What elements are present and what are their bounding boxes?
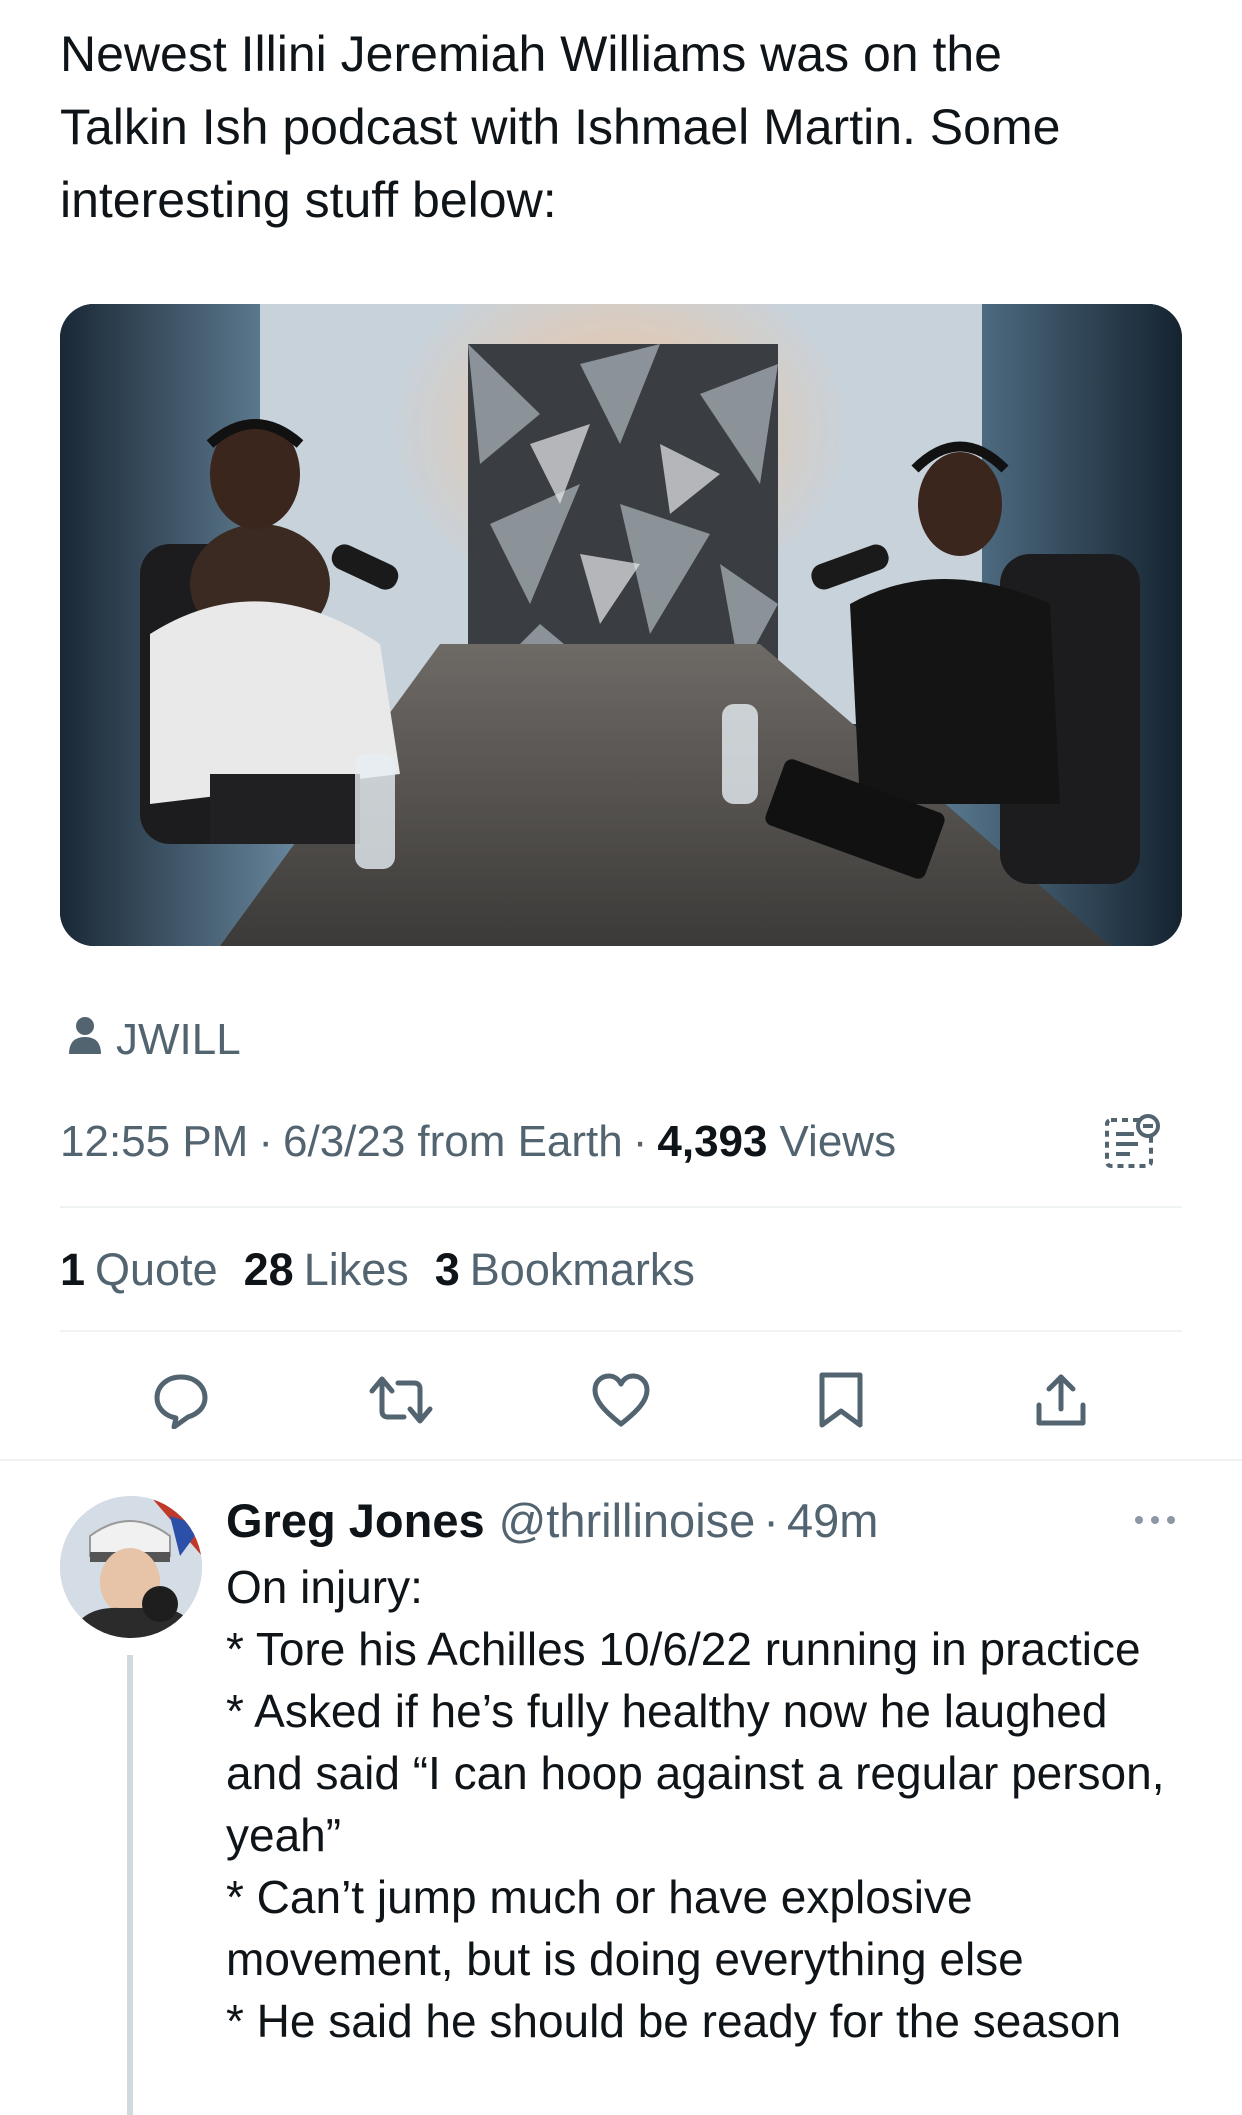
- likes-label: Likes: [303, 1244, 409, 1295]
- quotes-stat[interactable]: 1 Quote: [60, 1244, 218, 1296]
- tagged-user-name: JWILL: [116, 1015, 241, 1064]
- reply-line: * Asked if he’s fully healthy now he lau…: [226, 1685, 1165, 1861]
- person-icon: [68, 1015, 102, 1066]
- share-icon[interactable]: [1026, 1360, 1096, 1440]
- likes-stat[interactable]: 28 Likes: [244, 1244, 409, 1296]
- reply-header: Greg Jones @thrillinoise · 49m: [226, 1484, 878, 1556]
- meta-separator: ·: [763, 1493, 779, 1547]
- views-count: 4,393: [657, 1117, 768, 1166]
- media-tagged-user[interactable]: JWILL: [68, 1010, 241, 1070]
- tweet-date[interactable]: 6/3/23: [283, 1117, 405, 1167]
- divider: [60, 1206, 1182, 1208]
- likes-count: 28: [243, 1244, 294, 1295]
- podcast-studio-photo: [60, 304, 1182, 946]
- retweet-icon[interactable]: [366, 1360, 436, 1440]
- tweet-actions-bar: [60, 1360, 1182, 1440]
- reply-line: * He said he should be ready for the sea…: [226, 1995, 1122, 2047]
- avatar[interactable]: [60, 1496, 202, 1638]
- divider: [0, 1459, 1242, 1461]
- divider: [60, 1330, 1182, 1332]
- bookmarks-stat[interactable]: 3 Bookmarks: [435, 1244, 695, 1296]
- bookmark-icon[interactable]: [806, 1360, 876, 1440]
- bookmarks-label: Bookmarks: [469, 1244, 695, 1295]
- thread-line: [127, 1655, 133, 2115]
- reply-text: On injury: * Tore his Achilles 10/6/22 r…: [226, 1556, 1186, 2052]
- engagement-stats: 1 Quote 28 Likes 3 Bookmarks: [60, 1238, 721, 1302]
- reply-icon[interactable]: [146, 1360, 216, 1440]
- tweet-time[interactable]: 12:55 PM: [60, 1117, 248, 1167]
- tweet-source: from Earth: [417, 1117, 623, 1166]
- analytics-icon[interactable]: [1104, 1110, 1164, 1174]
- views-label: Views: [779, 1117, 897, 1166]
- tweet-text: Newest Illini Jeremiah Williams was on t…: [60, 26, 1061, 228]
- reply-author-handle[interactable]: @thrillinoise: [499, 1493, 756, 1548]
- more-options-icon[interactable]: [1130, 1500, 1180, 1540]
- quotes-label: Quote: [95, 1244, 218, 1295]
- reply-line: On injury:: [226, 1561, 423, 1613]
- quotes-count: 1: [60, 1244, 86, 1295]
- meta-separator: ·: [258, 1117, 273, 1166]
- meta-separator: ·: [632, 1117, 648, 1166]
- reply-author-name[interactable]: Greg Jones: [226, 1493, 485, 1548]
- tweet-media-image[interactable]: [60, 304, 1182, 946]
- reply-line: * Tore his Achilles 10/6/22 running in p…: [226, 1623, 1141, 1675]
- bookmarks-count: 3: [434, 1244, 460, 1295]
- reply-time[interactable]: 49m: [787, 1493, 878, 1548]
- like-icon[interactable]: [586, 1360, 656, 1440]
- reply-line: * Can’t jump much or have explosive move…: [226, 1871, 1024, 1985]
- tweet-metadata: 12:55 PM · 6/3/23 from Earth · 4,393 Vie…: [60, 1110, 896, 1174]
